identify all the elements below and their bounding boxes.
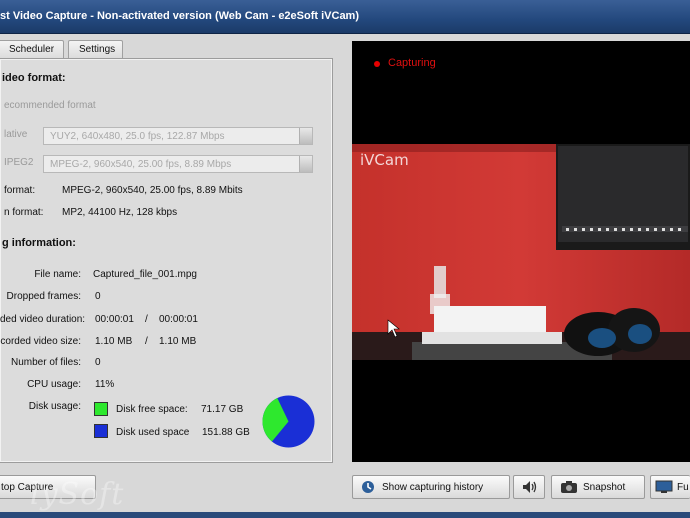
tab-scheduler[interactable]: Scheduler [0,40,64,58]
fullscreen-label: Fu [677,482,689,493]
fullscreen-button[interactable]: Fu [650,475,690,499]
disk-free-swatch [94,402,108,416]
duration-total: 00:00:01 [159,314,198,325]
duration-separator: / [145,314,148,325]
camera-frame [352,144,690,360]
cpu-usage-value: 11% [95,379,115,390]
cpu-usage-label: CPU usage: [27,379,81,390]
tab-settings[interactable]: Settings [68,40,123,58]
fullscreen-icon [655,480,673,497]
watermark: lySoft [30,477,125,512]
mpeg2-label: IPEG2 [4,157,34,168]
video-format-label: format: [4,185,36,196]
video-size-total: 1.10 MB [159,336,197,347]
video-size-label: corded video size: [0,336,81,347]
capturing-status: Capturing [388,57,436,69]
disk-usage-label: Disk usage: [28,401,81,412]
video-format-value: MPEG-2, 960x540, 25.00 fps, 8.89 Mbits [62,185,243,196]
show-history-button[interactable]: Show capturing history [352,475,510,499]
dropped-frames-value: 0 [95,291,101,302]
disk-usage-pie-chart [262,395,315,448]
snapshot-button[interactable]: Snapshot [551,475,645,499]
history-icon [361,480,375,497]
disk-free-label: Disk free space: [116,404,188,415]
mpeg2-format-select[interactable]: MPEG-2, 960x540, 25.00 fps, 8.89 Mbps [43,155,313,173]
video-size-value: 1.10 MB [95,336,133,347]
native-label: lative [4,129,28,140]
disk-free-value: 71.17 GB [201,404,244,415]
chevron-down-icon [299,128,312,144]
camera-icon [560,480,578,497]
capturing-info-heading: g information: [2,237,76,249]
disk-used-label: Disk used space [116,427,190,438]
show-history-label: Show capturing history [382,482,484,493]
main-window: Scheduler Settings ideo format: ecommend… [0,34,690,512]
native-format-value: YUY2, 640x480, 25.0 fps, 122.87 Mbps [50,131,225,142]
audio-format-label: n format: [4,207,44,218]
snapshot-label: Snapshot [583,482,626,493]
duration-label: ded video duration: [0,314,86,325]
size-separator: / [145,336,148,347]
number-of-files-value: 0 [95,357,101,368]
video-format-heading: ideo format: [2,72,66,84]
mpeg2-format-value: MPEG-2, 960x540, 25.00 fps, 8.89 Mbps [50,159,232,170]
window-title: st Video Capture - Non-activated version… [0,10,360,22]
duration-value: 00:00:01 [95,314,134,325]
disk-used-swatch [94,424,108,438]
native-format-select[interactable]: YUY2, 640x480, 25.0 fps, 122.87 Mbps [43,127,313,145]
disk-used-value: 151.88 GB [202,427,250,438]
dropped-frames-label: Dropped frames: [6,291,81,302]
ivcam-overlay-label: iVCam [360,151,409,169]
audio-format-value: MP2, 44100 Hz, 128 kbps [62,207,178,218]
bottom-border [0,512,690,518]
number-of-files-label: Number of files: [10,357,81,368]
title-bar: st Video Capture - Non-activated version… [0,0,690,34]
video-preview[interactable]: Capturing iVCam [352,41,690,462]
audio-button[interactable] [513,475,545,499]
chevron-down-icon [299,156,312,172]
file-name-value: Captured_file_001.mpg [93,269,197,280]
recommended-format-label: ecommended format [4,100,96,111]
recording-dot-icon [374,61,380,67]
speaker-icon [522,480,538,497]
file-name-label: File name: [34,269,81,280]
